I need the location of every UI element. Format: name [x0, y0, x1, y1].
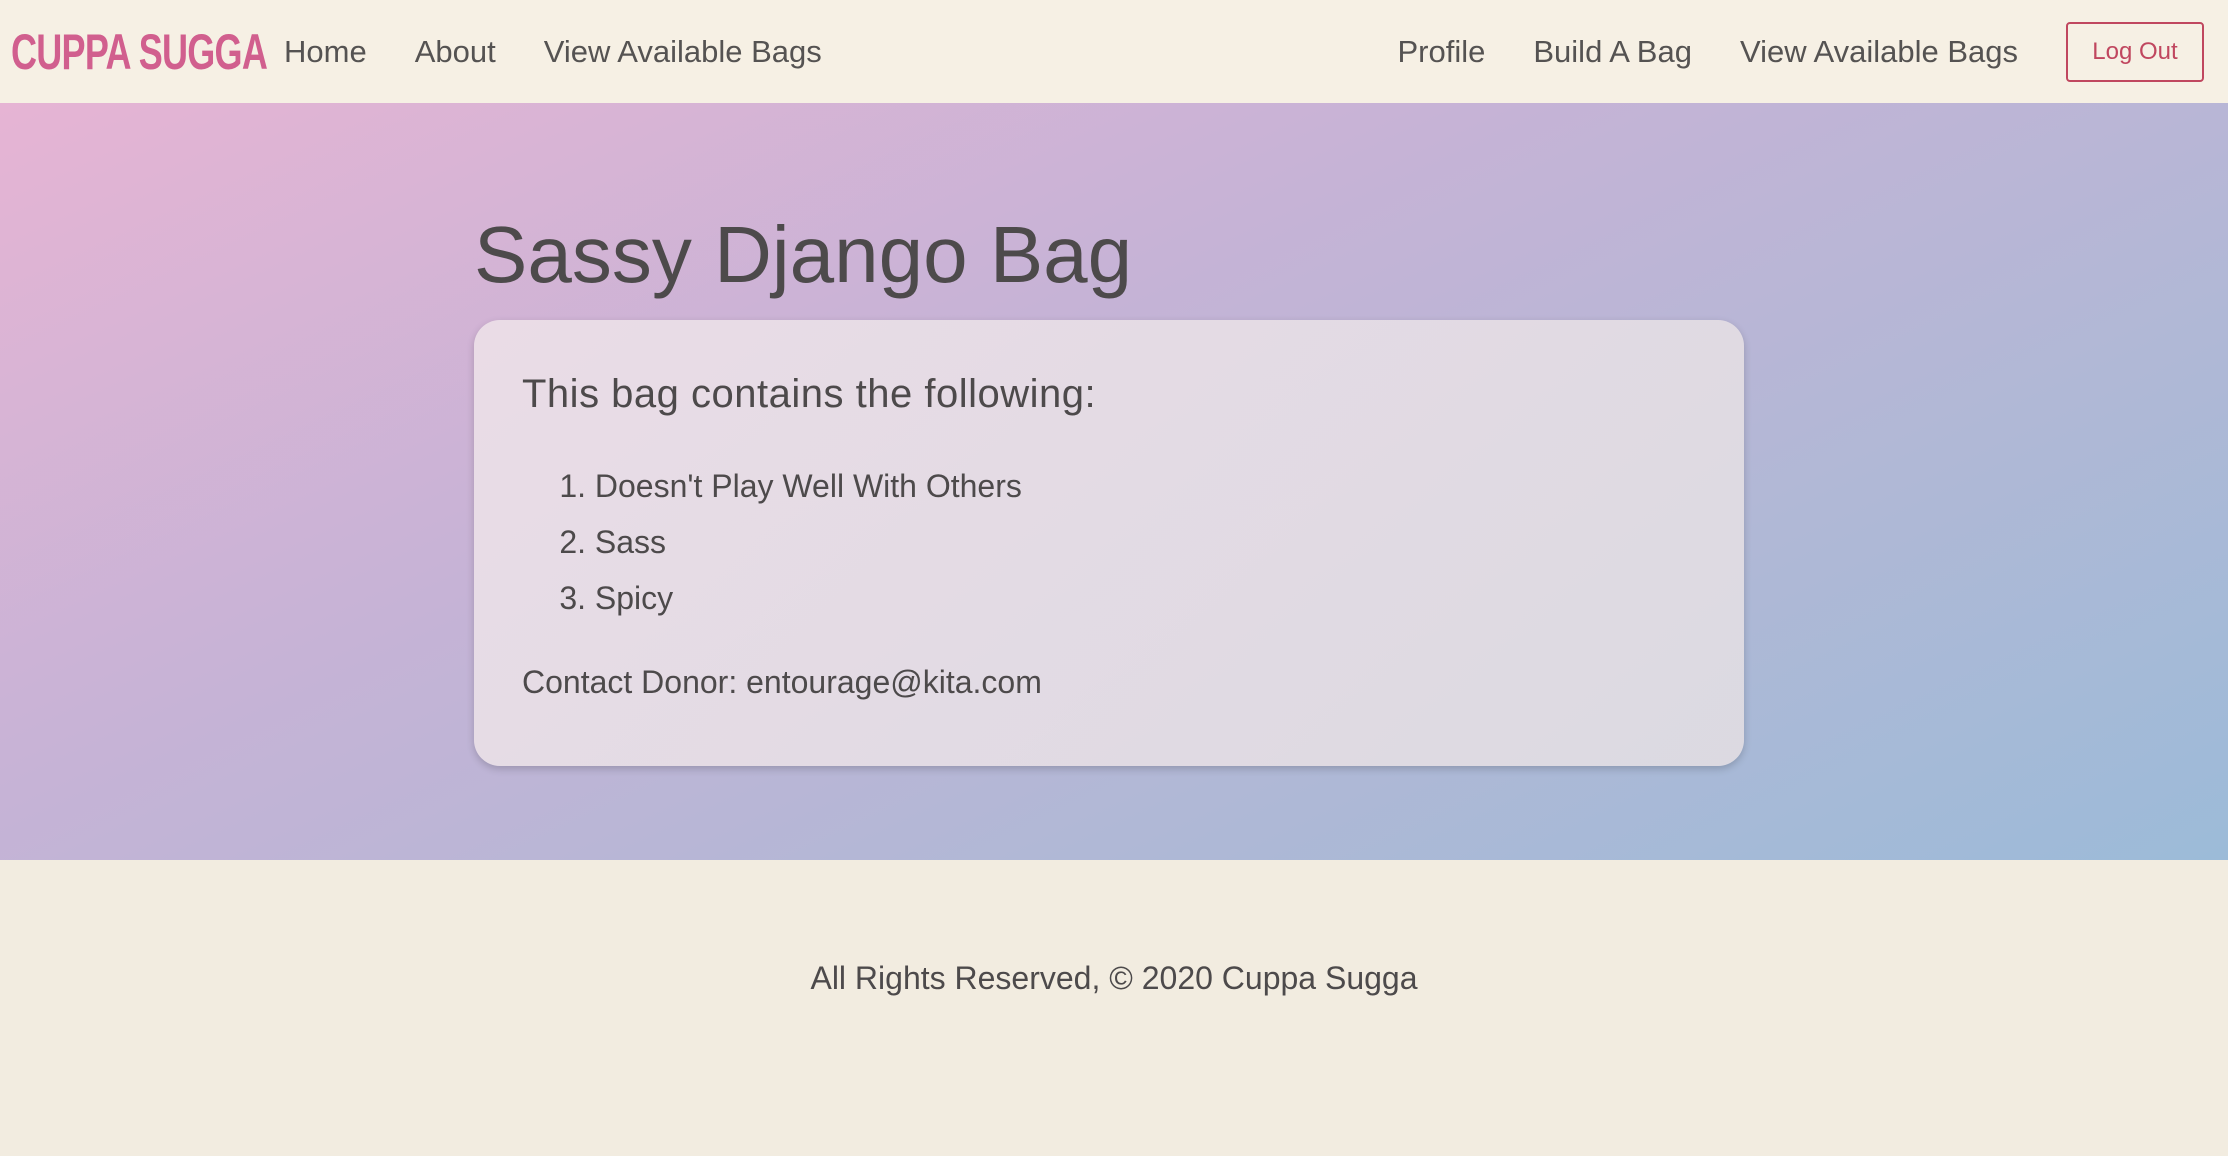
list-item-label: Doesn't Play Well With Others — [594, 468, 1022, 504]
contact-donor: Contact Donor: entourage@kita.com — [522, 664, 1042, 700]
navbar: CUPPA SUGGA Home About View Available Ba… — [0, 0, 2228, 103]
brand-logo[interactable]: CUPPA SUGGA — [11, 22, 268, 82]
logout-button[interactable]: Log Out — [2066, 21, 2204, 82]
nav-left: Home About View Available Bags — [284, 0, 870, 103]
list-item-label: Spicy — [594, 580, 674, 616]
bag-details-card: This bag contains the following: 1. Does… — [474, 320, 1744, 766]
list-item-number: 2. — [559, 524, 586, 560]
bag-items-list: 1. Doesn't Play Well With Others 2. Sass… — [522, 458, 1022, 626]
nav-link-profile[interactable]: Profile — [1398, 34, 1486, 70]
nav-link-home[interactable]: Home — [284, 34, 367, 70]
nav-link-build-a-bag[interactable]: Build A Bag — [1533, 34, 1692, 70]
nav-link-view-available-bags[interactable]: View Available Bags — [544, 34, 822, 70]
list-item-number: 3. — [559, 580, 586, 616]
nav-link-about[interactable]: About — [415, 34, 496, 70]
list-item: 3. Spicy — [522, 570, 1022, 626]
page-title: Sassy Django Bag — [474, 210, 1133, 299]
nav-link-view-available-bags-user[interactable]: View Available Bags — [1740, 34, 2018, 70]
footer-copyright: All Rights Reserved, © 2020 Cuppa Sugga — [810, 960, 1418, 996]
list-item: 2. Sass — [522, 514, 1022, 570]
list-item-label: Sass — [594, 524, 667, 560]
list-item-number: 1. — [559, 468, 586, 504]
footer: All Rights Reserved, © 2020 Cuppa Sugga — [0, 860, 2228, 1156]
nav-right: Profile Build A Bag View Available Bags … — [1398, 0, 2204, 103]
card-heading: This bag contains the following: — [522, 372, 1097, 416]
list-item: 1. Doesn't Play Well With Others — [522, 458, 1022, 514]
hero-section: Sassy Django Bag This bag contains the f… — [0, 103, 2228, 860]
